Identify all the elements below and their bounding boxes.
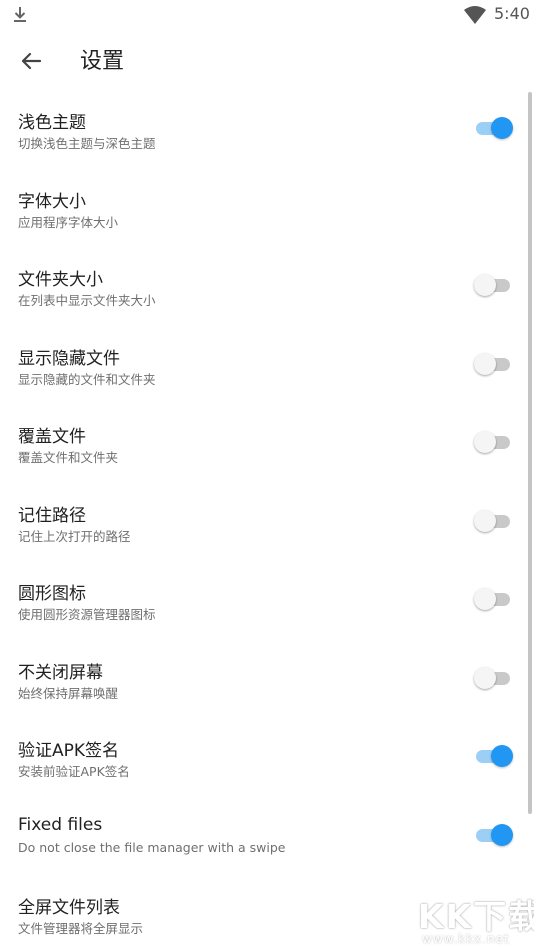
settings-item[interactable]: 圆形图标使用圆形资源管理器图标 xyxy=(0,559,534,638)
settings-item-title: 全屏文件列表 xyxy=(18,898,120,918)
toggle-thumb xyxy=(474,666,496,689)
settings-item-title: 圆形图标 xyxy=(18,584,86,604)
toggle-thumb xyxy=(474,509,496,532)
status-time: 5:40 xyxy=(494,4,530,23)
settings-item-subtitle: 应用程序字体大小 xyxy=(18,214,119,230)
settings-item[interactable]: 不关闭屏幕始终保持屏幕唤醒 xyxy=(0,638,534,717)
settings-item-title: 浅色主题 xyxy=(18,113,86,133)
toggle-thumb xyxy=(474,352,496,375)
toggle-thumb xyxy=(474,431,496,453)
settings-item-subtitle: 覆盖文件和文件夹 xyxy=(18,450,119,465)
app-bar: 设置 xyxy=(0,30,534,90)
settings-item-title: 不关闭屏幕 xyxy=(18,662,103,683)
settings-item-subtitle: 在列表中显示文件夹大小 xyxy=(18,293,156,308)
watermark-url: www.kkx.net xyxy=(422,932,510,946)
toggle-thumb xyxy=(474,274,496,296)
settings-item-subtitle: 切换浅色主题与深色主题 xyxy=(18,136,156,151)
toggle-thumb xyxy=(474,588,496,610)
toggle-thumb xyxy=(491,823,513,846)
settings-item-subtitle: 显示隐藏的文件和文件夹 xyxy=(18,371,156,387)
page-title: 设置 xyxy=(80,49,125,74)
settings-item[interactable]: Fixed files Do not close the file manager… xyxy=(0,795,534,874)
toggle-switch[interactable] xyxy=(474,117,513,139)
settings-list: 浅色主题切换浅色主题与深色主题字体大小应用程序字体大小文件夹大小在列表中显示文件… xyxy=(0,88,534,952)
settings-item-title: 覆盖文件 xyxy=(18,427,86,447)
toggle-thumb xyxy=(491,745,513,767)
settings-item[interactable]: 字体大小应用程序字体大小 xyxy=(0,167,534,246)
settings-item[interactable]: 显示隐藏文件显示隐藏的文件和文件夹 xyxy=(0,324,534,403)
toggle-switch[interactable] xyxy=(474,352,512,375)
arrow-back-icon[interactable] xyxy=(16,46,46,76)
settings-item[interactable]: 验证APK签名安装前验证APK签名 xyxy=(0,716,534,795)
toggle-switch[interactable] xyxy=(474,274,512,296)
settings-item-title: 文件夹大小 xyxy=(18,270,103,290)
settings-item[interactable]: 记住路径记住上次打开的路径 xyxy=(0,481,534,560)
toggle-switch[interactable] xyxy=(474,823,513,846)
toggle-switch[interactable] xyxy=(474,509,512,532)
scrollbar[interactable] xyxy=(528,92,532,814)
settings-item-subtitle: Do not close the file manager with a swi… xyxy=(18,839,286,855)
settings-item[interactable]: 文件夹大小在列表中显示文件夹大小 xyxy=(0,245,534,324)
wifi-icon xyxy=(464,6,486,24)
settings-item[interactable]: 浅色主题切换浅色主题与深色主题 xyxy=(0,88,534,167)
status-bar: 5:40 xyxy=(0,0,534,30)
settings-item-subtitle: 记住上次打开的路径 xyxy=(18,528,131,544)
download-icon xyxy=(14,7,26,22)
settings-item-subtitle: 文件管理器将全屏显示 xyxy=(18,921,144,936)
settings-item-title: 验证APK签名 xyxy=(18,741,120,761)
settings-item-title: 字体大小 xyxy=(18,191,86,212)
toggle-thumb xyxy=(491,117,513,139)
settings-item-title: 显示隐藏文件 xyxy=(18,348,120,369)
watermark: KK下载 www.kkx.net xyxy=(418,890,534,948)
toggle-switch[interactable] xyxy=(474,431,512,453)
watermark-logo: KK下载 xyxy=(418,897,534,936)
settings-item-subtitle: 安装前验证APK签名 xyxy=(18,764,130,779)
settings-item[interactable]: 覆盖文件覆盖文件和文件夹 xyxy=(0,402,534,481)
toggle-switch[interactable] xyxy=(474,666,512,689)
settings-item-subtitle: 使用圆形资源管理器图标 xyxy=(18,607,156,622)
settings-item-title: 记住路径 xyxy=(18,505,86,526)
toggle-switch[interactable] xyxy=(474,588,512,610)
settings-item-title: Fixed files xyxy=(18,814,103,835)
toggle-switch[interactable] xyxy=(474,745,513,767)
settings-item-subtitle: 始终保持屏幕唤醒 xyxy=(18,685,119,701)
